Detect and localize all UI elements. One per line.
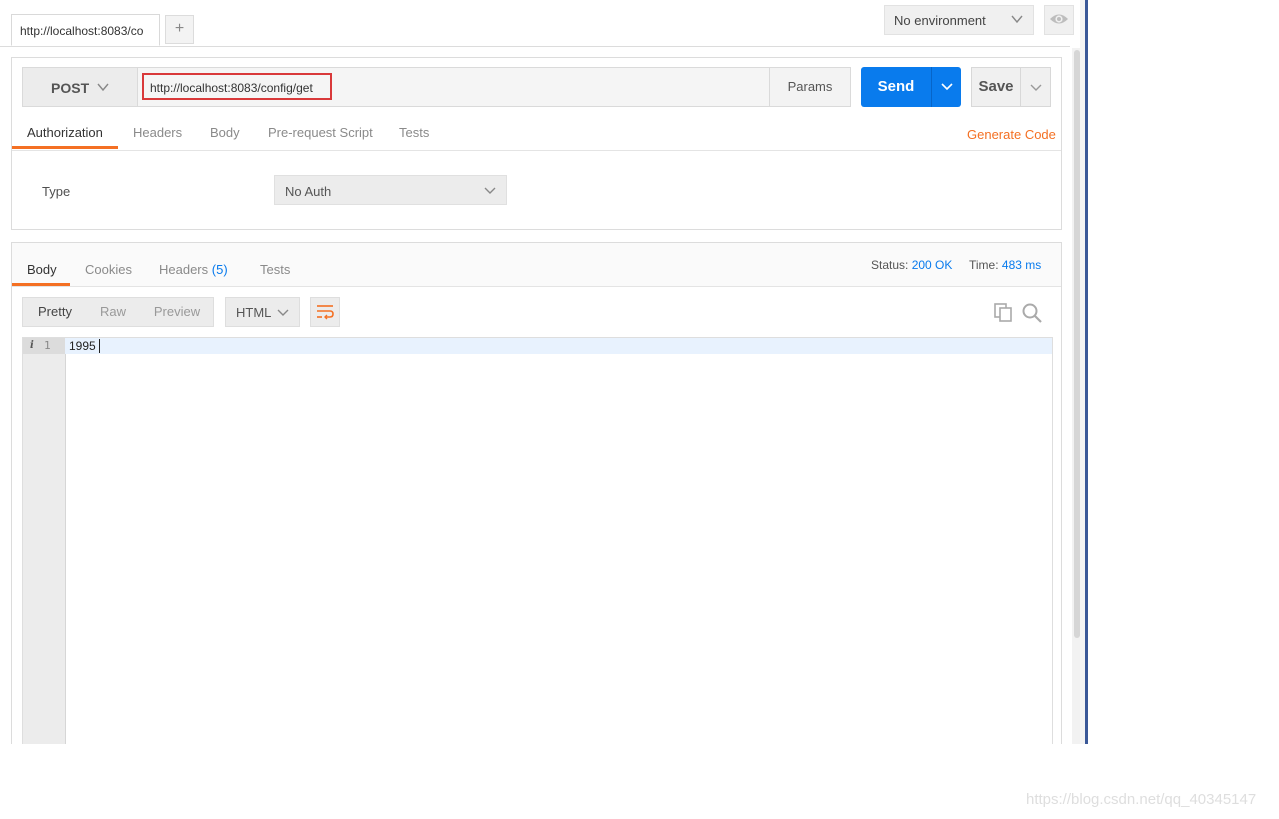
status-label: Status: [871,258,909,272]
window-border [1085,0,1088,744]
view-mode-group: Pretty Raw Preview [22,297,214,327]
code-line: 1995 [69,339,96,353]
active-line-highlight [65,338,1052,354]
text-cursor [99,339,100,353]
save-button[interactable]: Save [971,67,1021,107]
format-select[interactable]: HTML [225,297,300,327]
search-icon[interactable] [1021,302,1043,324]
generate-code-link[interactable]: Generate Code [967,127,1056,142]
postman-window: http://localhost:8083/co + No environmen… [0,0,1089,744]
watermark: https://blog.csdn.net/qq_40345147 [1026,791,1257,808]
response-tab-body[interactable]: Body [27,262,57,277]
tab-pre-request-script[interactable]: Pre-request Script [268,125,373,140]
wrap-lines-icon [317,305,334,320]
request-tabs: Authorization Headers Body Pre-request S… [12,117,1061,151]
send-options-button[interactable] [931,67,961,107]
url-value-highlight[interactable]: http://localhost:8083/config/get [142,73,332,100]
response-tab-cookies[interactable]: Cookies [85,262,132,277]
view-pretty-button[interactable]: Pretty [23,298,87,326]
info-icon: i [30,340,34,351]
method-label: POST [51,80,90,96]
tab-body[interactable]: Body [210,125,240,140]
send-button[interactable]: Send [861,67,931,107]
environment-select[interactable]: No environment [884,5,1034,35]
response-headers-count: (5) [211,262,228,277]
time-label: Time: [969,258,999,272]
auth-type-value: No Auth [285,184,332,199]
copy-icon[interactable] [993,302,1013,322]
chevron-down-icon [277,309,289,316]
tab-tests[interactable]: Tests [399,125,429,140]
wrap-lines-button[interactable] [310,297,340,327]
view-raw-button[interactable]: Raw [87,298,139,326]
response-tab-headers[interactable]: Headers (5) [159,262,228,277]
tab-headers[interactable]: Headers [133,125,182,140]
save-options-button[interactable] [1020,67,1051,107]
tab-authorization[interactable]: Authorization [27,125,103,140]
method-select[interactable]: POST [22,67,138,107]
response-tab-tests[interactable]: Tests [260,262,290,277]
chevron-down-icon [484,187,496,194]
chevron-down-icon [1030,84,1042,91]
auth-type-select[interactable]: No Auth [274,175,507,205]
editor-gutter [23,338,66,744]
environment-quick-look-button[interactable] [1044,5,1074,35]
auth-type-label: Type [42,184,71,199]
line-number: 1 [44,339,51,352]
active-tab-indicator [12,146,118,149]
chevron-down-icon [941,83,953,91]
request-tab[interactable]: http://localhost:8083/co [11,14,160,46]
status-value: 200 OK [911,258,953,272]
response-tab-headers-label: Headers [159,262,209,277]
params-button[interactable]: Params [769,67,851,107]
response-status: Status: 200 OK [871,258,952,272]
add-tab-button[interactable]: + [165,15,194,44]
response-time: Time: 483 ms [969,258,1041,272]
active-response-tab-indicator [12,283,70,286]
time-value: 483 ms [1001,258,1042,272]
format-value: HTML [236,305,272,320]
eye-icon [1050,14,1068,24]
chevron-down-icon [97,83,109,92]
chevron-down-icon [1011,15,1023,24]
environment-select-label: No environment [894,13,986,28]
response-body-editor[interactable] [22,337,1053,744]
view-preview-button[interactable]: Preview [139,298,215,326]
